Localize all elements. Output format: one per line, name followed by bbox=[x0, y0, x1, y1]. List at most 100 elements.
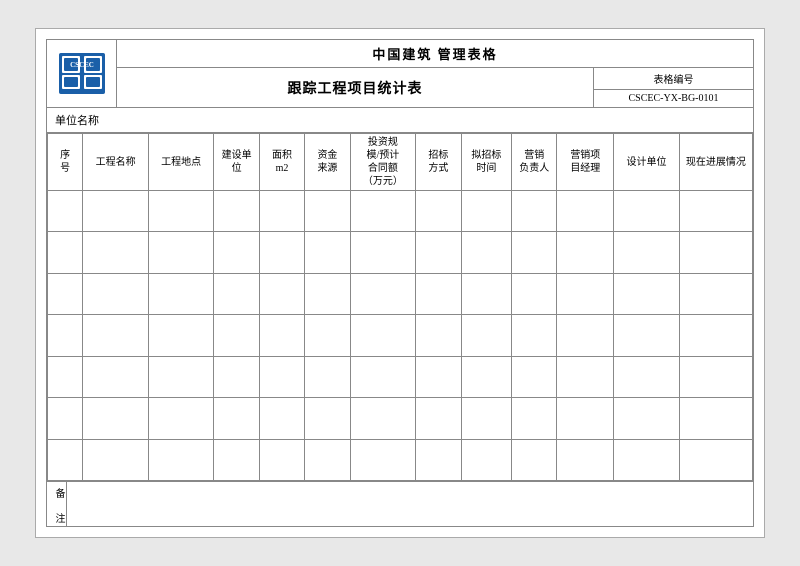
header: CSCEC 中国建筑 管理表格 跟踪工程项目统计表 表格编号 CSCEC-YX-… bbox=[46, 39, 754, 108]
table-cell bbox=[416, 356, 461, 397]
table-cell bbox=[679, 191, 752, 232]
table-cell bbox=[305, 232, 350, 273]
remarks-content bbox=[67, 482, 753, 526]
col-build-unit: 建设单位 bbox=[214, 134, 259, 191]
code-label: 表格编号 bbox=[594, 68, 753, 90]
table-cell bbox=[557, 191, 614, 232]
col-sales-mgr: 营销项目经理 bbox=[557, 134, 614, 191]
logo-cell: CSCEC bbox=[47, 40, 117, 107]
table-cell bbox=[48, 439, 83, 480]
table-cell bbox=[83, 191, 149, 232]
table-cell bbox=[416, 315, 461, 356]
table-cell bbox=[48, 232, 83, 273]
table-cell bbox=[148, 315, 214, 356]
table-cell bbox=[614, 315, 680, 356]
main-table: 序号 工程名称 工程地点 建设单位 面积m2 资金来源 投资规模/预计合同额（万… bbox=[46, 133, 754, 482]
table-cell bbox=[416, 398, 461, 439]
table-cell bbox=[679, 356, 752, 397]
table-cell bbox=[305, 398, 350, 439]
table-cell bbox=[679, 232, 752, 273]
header-sub-row: 跟踪工程项目统计表 表格编号 CSCEC-YX-BG-0101 bbox=[117, 68, 753, 107]
col-progress: 现在进展情况 bbox=[679, 134, 752, 191]
col-design: 设计单位 bbox=[614, 134, 680, 191]
table-cell bbox=[214, 273, 259, 314]
table-cell bbox=[557, 273, 614, 314]
table-cell bbox=[259, 315, 304, 356]
table-cell bbox=[83, 398, 149, 439]
table-cell bbox=[148, 273, 214, 314]
header-title: 中国建筑 管理表格 bbox=[117, 40, 753, 68]
col-area: 面积m2 bbox=[259, 134, 304, 191]
table-cell bbox=[350, 398, 416, 439]
table-cell bbox=[305, 439, 350, 480]
table-cell bbox=[259, 191, 304, 232]
table-cell bbox=[83, 315, 149, 356]
unit-label: 单位名称 bbox=[55, 112, 99, 128]
table-cell bbox=[512, 356, 557, 397]
table-row bbox=[48, 191, 753, 232]
table-row bbox=[48, 232, 753, 273]
table-cell bbox=[461, 191, 511, 232]
table-cell bbox=[83, 356, 149, 397]
table-cell bbox=[83, 273, 149, 314]
table-cell bbox=[557, 439, 614, 480]
table-cell bbox=[305, 191, 350, 232]
col-bid: 招标方式 bbox=[416, 134, 461, 191]
table-cell bbox=[512, 398, 557, 439]
table-cell bbox=[614, 439, 680, 480]
header-subtitle: 跟踪工程项目统计表 bbox=[117, 68, 593, 107]
table-cell bbox=[679, 273, 752, 314]
table-cell bbox=[48, 398, 83, 439]
table-cell bbox=[214, 398, 259, 439]
table-cell bbox=[148, 439, 214, 480]
table-cell bbox=[148, 398, 214, 439]
table-cell bbox=[679, 439, 752, 480]
table-cell bbox=[214, 356, 259, 397]
table-cell bbox=[48, 356, 83, 397]
table-row bbox=[48, 356, 753, 397]
table-cell bbox=[350, 356, 416, 397]
table-cell bbox=[48, 273, 83, 314]
table-cell bbox=[148, 356, 214, 397]
table-cell bbox=[48, 315, 83, 356]
col-name: 工程名称 bbox=[83, 134, 149, 191]
data-table: 序号 工程名称 工程地点 建设单位 面积m2 资金来源 投资规模/预计合同额（万… bbox=[47, 133, 753, 481]
table-cell bbox=[614, 273, 680, 314]
table-cell bbox=[259, 273, 304, 314]
table-cell bbox=[512, 191, 557, 232]
col-sales-resp: 营销负责人 bbox=[512, 134, 557, 191]
table-cell bbox=[512, 439, 557, 480]
table-cell bbox=[557, 398, 614, 439]
col-seq: 序号 bbox=[48, 134, 83, 191]
table-cell bbox=[83, 232, 149, 273]
page: CSCEC 中国建筑 管理表格 跟踪工程项目统计表 表格编号 CSCEC-YX-… bbox=[35, 28, 765, 538]
table-cell bbox=[214, 191, 259, 232]
table-cell bbox=[614, 356, 680, 397]
table-cell bbox=[416, 439, 461, 480]
table-cell bbox=[512, 273, 557, 314]
col-location: 工程地点 bbox=[148, 134, 214, 191]
table-cell bbox=[461, 356, 511, 397]
table-cell bbox=[259, 439, 304, 480]
table-cell bbox=[557, 356, 614, 397]
code-value: CSCEC-YX-BG-0101 bbox=[594, 90, 753, 107]
table-row bbox=[48, 398, 753, 439]
table-row bbox=[48, 273, 753, 314]
table-cell bbox=[350, 439, 416, 480]
table-cell bbox=[214, 315, 259, 356]
table-cell bbox=[614, 398, 680, 439]
col-fund: 资金来源 bbox=[305, 134, 350, 191]
table-cell bbox=[48, 191, 83, 232]
table-cell bbox=[148, 191, 214, 232]
table-cell bbox=[461, 315, 511, 356]
table-cell bbox=[461, 232, 511, 273]
col-bid-time: 拟招标时间 bbox=[461, 134, 511, 191]
table-cell bbox=[416, 232, 461, 273]
table-cell bbox=[461, 398, 511, 439]
table-cell bbox=[461, 273, 511, 314]
table-cell bbox=[557, 232, 614, 273]
table-cell bbox=[259, 356, 304, 397]
table-cell bbox=[557, 315, 614, 356]
table-row bbox=[48, 315, 753, 356]
table-cell bbox=[305, 315, 350, 356]
